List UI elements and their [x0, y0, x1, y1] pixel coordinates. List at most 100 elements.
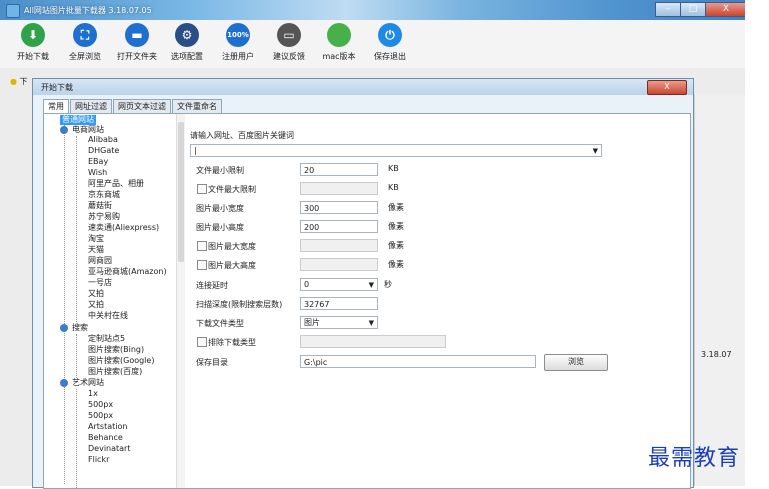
toolbar-label: 保存退出: [374, 52, 406, 61]
start-download-dialog: 开始下载 X 常用 网址过滤 网页文本过滤 文件重命名 普通网站 电商网站 Al…: [32, 78, 694, 489]
background-tab-label: 下: [19, 77, 28, 86]
tree-guide: [76, 389, 77, 488]
url-value: |: [194, 146, 197, 155]
tree-expand-icon[interactable]: [60, 379, 68, 387]
dialog-close-button[interactable]: X: [647, 80, 687, 95]
tree-item[interactable]: 一号店: [88, 278, 112, 288]
watermark-text: 最需教育: [648, 446, 741, 471]
tree-item[interactable]: Behance: [88, 433, 123, 443]
tree-item[interactable]: Flickr: [88, 455, 109, 465]
tree-item[interactable]: 又拍: [88, 300, 104, 310]
filetype-label: 下载文件类型: [196, 319, 244, 328]
minimize-button[interactable]: –: [655, 2, 681, 17]
tree-item[interactable]: 苏宁易购: [88, 212, 120, 222]
tree-item[interactable]: Alibaba: [88, 135, 118, 145]
tree-item[interactable]: 亚马逊商城(Amazon): [88, 267, 167, 277]
tree-item[interactable]: 500px: [88, 400, 113, 410]
tree-item[interactable]: 阿里产品、相册: [88, 179, 144, 189]
mac-version-button[interactable]: mac版本: [312, 23, 366, 62]
max-width-checkbox[interactable]: [197, 241, 207, 251]
max-height-unit: 像素: [388, 260, 404, 269]
background-tab[interactable]: ● 下: [10, 76, 28, 87]
toolbar-label: 选项配置: [171, 52, 203, 61]
tree-guide: [76, 334, 77, 378]
url-input[interactable]: | ▼: [190, 144, 602, 157]
chevron-down-icon[interactable]: ▼: [593, 145, 598, 157]
close-button[interactable]: X: [705, 2, 747, 17]
tree-item[interactable]: DHGate: [88, 146, 119, 156]
scrollbar-thumb[interactable]: [178, 122, 184, 262]
tree-item[interactable]: Artstation: [88, 422, 127, 432]
tree-guide: [64, 124, 65, 484]
max-size-input: [300, 182, 378, 195]
fullscreen-browse-button[interactable]: ⛶ 全屏浏览: [58, 23, 112, 62]
min-height-unit: 像素: [388, 222, 404, 231]
tab-content: 普通网站 电商网站 Alibaba DHGate EBay Wish 阿里产品、…: [43, 113, 691, 489]
tree-item[interactable]: 图片搜索(百度): [88, 367, 142, 377]
toolbar-label: 打开文件夹: [117, 52, 157, 61]
tab-url-filter[interactable]: 网址过滤: [70, 99, 112, 113]
tree-item[interactable]: 京东商城: [88, 190, 120, 200]
delay-unit: 秒: [384, 280, 392, 289]
max-height-checkbox[interactable]: [197, 260, 207, 270]
max-height-input: [300, 258, 378, 271]
exclude-type-checkbox[interactable]: [197, 337, 207, 347]
tree-root[interactable]: 普通网站: [60, 115, 96, 125]
tree-group-search[interactable]: 搜索: [72, 323, 88, 333]
folder-icon: ▬: [125, 23, 149, 47]
tree-group-ecommerce[interactable]: 电商网站: [72, 125, 104, 135]
tree-item[interactable]: Wish: [88, 168, 107, 178]
tree-item[interactable]: Devinatart: [88, 444, 130, 454]
tree-item[interactable]: 中关村在线: [88, 311, 128, 321]
toolbar-label: 建议反馈: [273, 52, 305, 61]
tree-item[interactable]: 速卖通(Aliexpress): [88, 223, 159, 233]
app-icon: [6, 4, 20, 18]
right-status-panel: [694, 94, 746, 486]
tab-rename[interactable]: 文件重命名: [172, 99, 222, 113]
tree-item[interactable]: 500px: [88, 411, 113, 421]
depth-input[interactable]: 32767: [300, 297, 378, 310]
chevron-down-icon[interactable]: ▼: [369, 317, 374, 329]
tree-scrollbar[interactable]: [176, 114, 185, 488]
tree-item[interactable]: 1x: [88, 389, 98, 399]
save-exit-button[interactable]: ⏻ 保存退出: [363, 23, 417, 62]
open-folder-button[interactable]: ▬ 打开文件夹: [110, 23, 164, 62]
delay-select[interactable]: 0 ▼: [300, 278, 378, 291]
min-size-input[interactable]: 20: [300, 163, 378, 176]
tab-common[interactable]: 常用: [43, 99, 69, 114]
filetype-value: 图片: [304, 318, 320, 327]
register-button[interactable]: 100% 注册用户: [211, 23, 265, 62]
tree-item[interactable]: 蘑菇街: [88, 201, 112, 211]
tree-item[interactable]: 又拍: [88, 289, 104, 299]
tab-text-filter[interactable]: 网页文本过滤: [113, 99, 171, 113]
browse-button[interactable]: 浏览: [544, 354, 608, 371]
tree-item[interactable]: 定制站点5: [88, 334, 125, 344]
toolbar-label: mac版本: [322, 52, 356, 61]
exclude-type-label: 排除下载类型: [208, 338, 256, 347]
tree-item[interactable]: 网商园: [88, 256, 112, 266]
tree-item[interactable]: 淘宝: [88, 234, 104, 244]
tree-item[interactable]: EBay: [88, 157, 108, 167]
min-width-input[interactable]: 300: [300, 201, 378, 214]
savedir-input[interactable]: G:\pic: [300, 355, 536, 368]
max-size-checkbox[interactable]: [197, 184, 207, 194]
depth-label: 扫描深度(限制搜索层数): [196, 300, 283, 309]
toolbar-label: 开始下载: [17, 52, 49, 61]
dialog-tabs: 常用 网址过滤 网页文本过滤 文件重命名: [43, 99, 223, 114]
maximize-button[interactable]: □: [680, 2, 706, 17]
exclude-type-input: [300, 335, 446, 348]
url-label: 请输入网址、百度图片关键词: [190, 131, 294, 140]
tree-item[interactable]: 图片搜索(Bing): [88, 345, 144, 355]
tree-group-art[interactable]: 艺术网站: [72, 378, 104, 388]
feedback-button[interactable]: ▭ 建议反馈: [262, 23, 316, 62]
tree-expand-icon[interactable]: [60, 324, 68, 332]
min-height-input[interactable]: 200: [300, 220, 378, 233]
options-button[interactable]: ⚙ 选项配置: [160, 23, 214, 62]
tree-item[interactable]: 图片搜索(Google): [88, 356, 154, 366]
filetype-select[interactable]: 图片 ▼: [300, 316, 378, 329]
tree-item[interactable]: 天猫: [88, 245, 104, 255]
start-download-button[interactable]: ⬇ 开始下载: [6, 23, 60, 62]
chevron-down-icon[interactable]: ▼: [369, 279, 374, 291]
delay-label: 连接延时: [196, 281, 228, 290]
tree-expand-icon[interactable]: [60, 126, 68, 134]
